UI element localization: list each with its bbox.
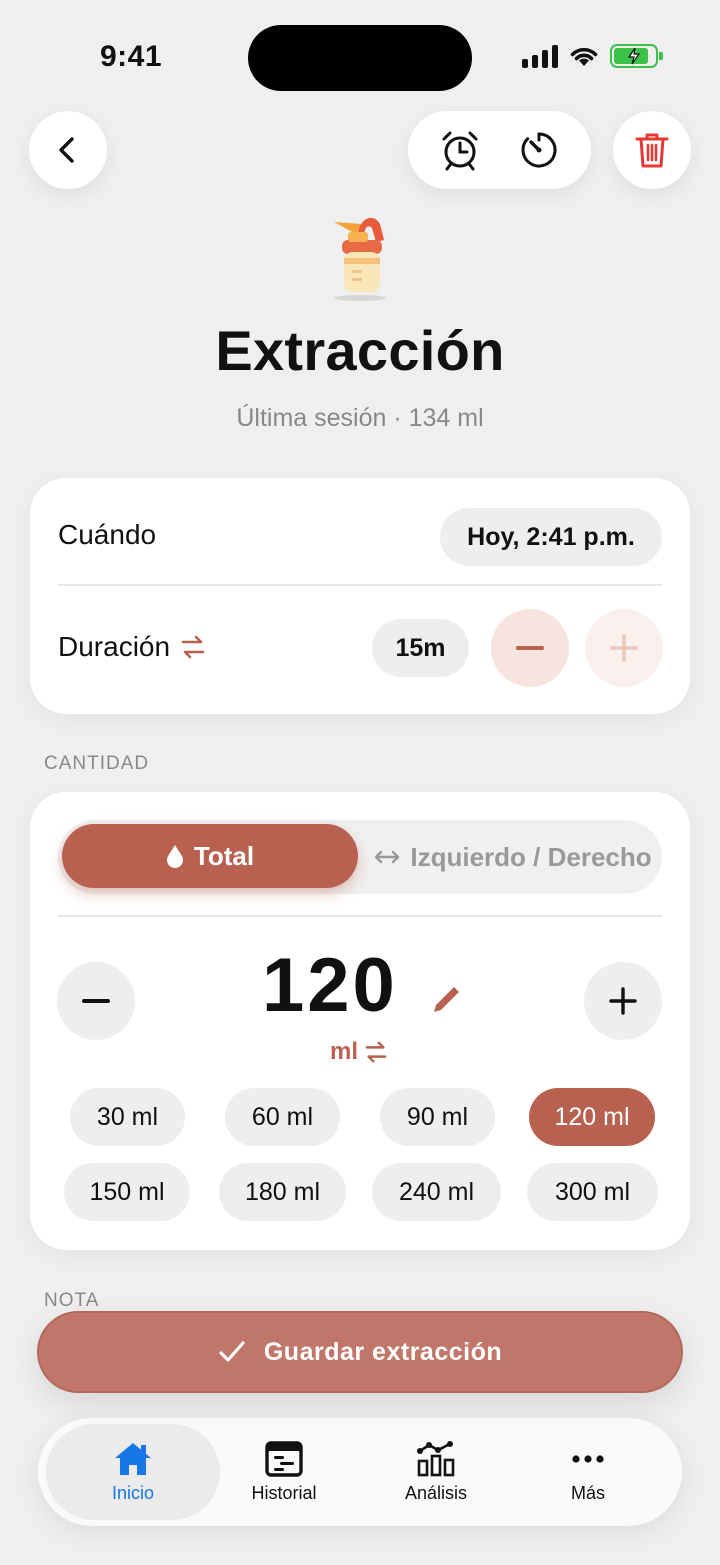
duration-decrease-button[interactable]: [491, 609, 569, 687]
tab-bar: Inicio Historial Análisis Más: [38, 1418, 682, 1526]
preset-chip[interactable]: 240 ml: [372, 1163, 501, 1221]
divider: [58, 584, 662, 586]
swap-icon: [181, 635, 205, 659]
duration-value-chip[interactable]: 15m: [372, 619, 469, 677]
breast-pump-icon: [334, 217, 386, 301]
preset-chip[interactable]: 150 ml: [64, 1163, 190, 1221]
minus-icon: [516, 646, 544, 650]
swap-icon: [365, 1041, 387, 1063]
when-duration-card: Cuándo Hoy, 2:41 p.m. Duración 15m: [30, 478, 690, 714]
checkmark-icon: [219, 1341, 245, 1362]
when-label: Cuándo: [58, 519, 157, 550]
tab-historial-label: Historial: [251, 1482, 317, 1503]
back-button[interactable]: [29, 111, 107, 189]
mode-total-label: Total: [193, 840, 255, 871]
signal-icon: [522, 44, 558, 68]
preset-chip[interactable]: 180 ml: [219, 1163, 346, 1221]
wifi-icon: [570, 47, 598, 66]
quantity-section-label: CANTIDAD: [44, 753, 150, 774]
duration-label: Duración: [58, 631, 171, 662]
home-icon: [115, 1442, 151, 1475]
duration-label-group[interactable]: Duración: [58, 631, 206, 663]
tab-analisis[interactable]: Análisis: [376, 1424, 496, 1520]
tab-analisis-label: Análisis: [404, 1482, 468, 1503]
plus-icon: [610, 634, 638, 662]
duration-increase-button[interactable]: [585, 609, 663, 687]
mode-sides-tab[interactable]: Izquierdo / Derecho: [364, 820, 662, 894]
analytics-icon: [417, 1440, 455, 1476]
quantity-card: Total Izquierdo / Derecho 120 ml 30 ml 6…: [30, 792, 690, 1250]
when-value-chip[interactable]: Hoy, 2:41 p.m.: [440, 508, 662, 566]
battery-icon: [610, 44, 663, 68]
mode-segmented-control: Total Izquierdo / Derecho: [58, 820, 662, 894]
tab-inicio-label: Inicio: [111, 1482, 155, 1503]
history-icon: [265, 1440, 303, 1477]
pencil-icon[interactable]: [428, 982, 464, 1018]
preset-chip[interactable]: 300 ml: [527, 1163, 658, 1221]
save-extraction-button[interactable]: Guardar extracción: [37, 1311, 683, 1393]
note-section-label: NOTA: [44, 1290, 100, 1311]
last-session-text: Última sesión · 134 ml: [236, 404, 484, 432]
drop-icon: [166, 845, 183, 868]
left-right-arrow-icon: [375, 850, 400, 864]
status-time: 9:41: [100, 40, 163, 73]
preset-chip[interactable]: 90 ml: [380, 1088, 495, 1146]
quantity-increase-button[interactable]: [584, 962, 662, 1040]
chevron-left-icon: [59, 137, 74, 163]
more-icon: [572, 1454, 604, 1463]
mode-sides-label: Izquierdo / Derecho: [410, 841, 652, 872]
timer-icon[interactable]: [518, 129, 560, 171]
tab-historial[interactable]: Historial: [224, 1424, 344, 1520]
delete-button[interactable]: [613, 111, 691, 189]
tab-mas-label: Más: [570, 1482, 605, 1503]
unit-toggle[interactable]: ml: [330, 1038, 388, 1066]
plus-icon: [609, 987, 637, 1015]
quantity-decrease-button[interactable]: [57, 962, 135, 1040]
quantity-value[interactable]: 120: [262, 942, 398, 1029]
tab-inicio[interactable]: Inicio: [46, 1424, 220, 1520]
preset-chip-selected[interactable]: 120 ml: [529, 1088, 655, 1146]
trash-icon: [635, 133, 669, 168]
preset-chip[interactable]: 30 ml: [70, 1088, 185, 1146]
page-title: Extracción: [215, 319, 505, 382]
save-button-label: Guardar extracción: [263, 1337, 503, 1366]
preset-chip[interactable]: 60 ml: [225, 1088, 340, 1146]
unit-label: ml: [330, 1038, 359, 1065]
timer-actions: [408, 111, 591, 189]
tab-mas[interactable]: Más: [528, 1424, 648, 1520]
minus-icon: [82, 999, 110, 1003]
alarm-icon[interactable]: [439, 129, 481, 171]
status-icons: [522, 44, 663, 68]
mode-total-tab[interactable]: Total: [62, 824, 358, 888]
dynamic-island: [248, 25, 472, 91]
divider: [58, 915, 662, 917]
